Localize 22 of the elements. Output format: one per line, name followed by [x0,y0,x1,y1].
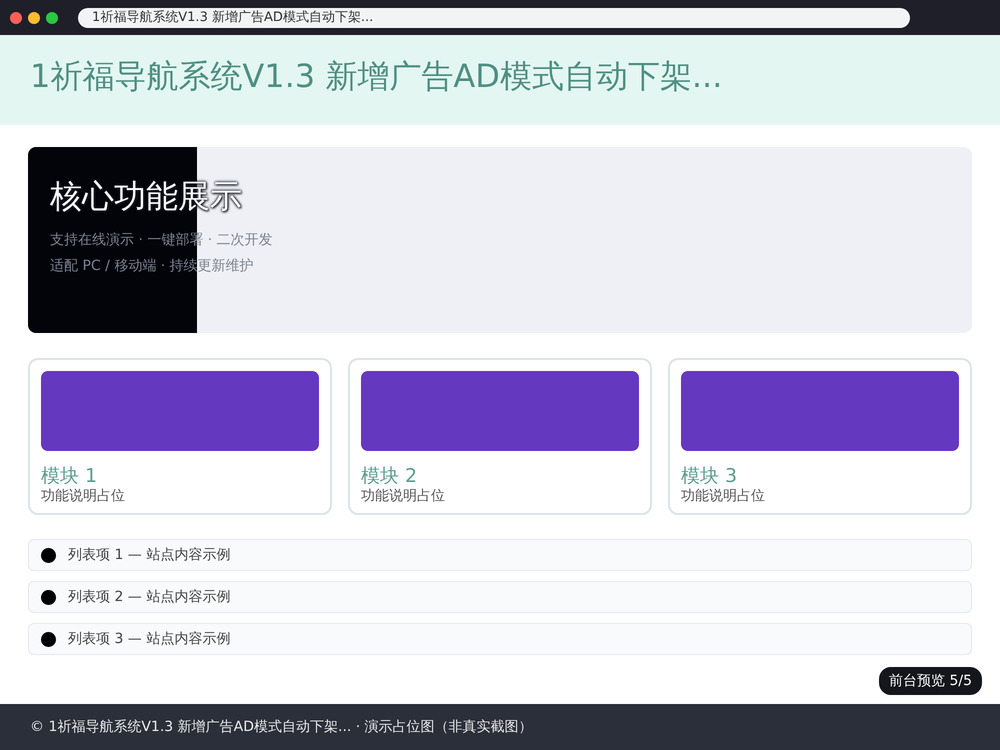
list-item-text: 列表项 3 — 站点内容示例 [68,630,230,648]
list-item[interactable]: 列表项 3 — 站点内容示例 [28,623,972,655]
card-title: 模块 3 [681,465,738,487]
bullet-icon [41,632,56,646]
card-description: 功能说明占位 [41,487,126,505]
card-description: 功能说明占位 [681,487,766,505]
page-title: 1祈福导航系统V1.3 新增广告AD模式自动下架... [30,56,724,97]
address-bar[interactable]: 1祈福导航系统V1.3 新增广告AD模式自动下架... [78,8,910,28]
list-item[interactable]: 列表项 2 — 站点内容示例 [28,581,972,613]
footer-text: © 1祈福导航系统V1.3 新增广告AD模式自动下架... · 演示占位图（非真实截图） [30,718,533,736]
window-maximize-button[interactable] [46,12,58,24]
window-minimize-button[interactable] [28,12,40,24]
card-title: 模块 1 [41,465,98,487]
window-close-button[interactable] [10,12,22,24]
bullet-icon [41,548,56,562]
list-item-text: 列表项 1 — 站点内容示例 [68,546,230,564]
card-title: 模块 2 [361,465,418,487]
list-item-text: 列表项 2 — 站点内容示例 [68,588,230,606]
bullet-icon [41,590,56,604]
card-description: 功能说明占位 [361,487,446,505]
list-item[interactable]: 列表项 1 — 站点内容示例 [28,539,972,571]
preview-badge: 前台预览 5/5 [879,667,982,695]
